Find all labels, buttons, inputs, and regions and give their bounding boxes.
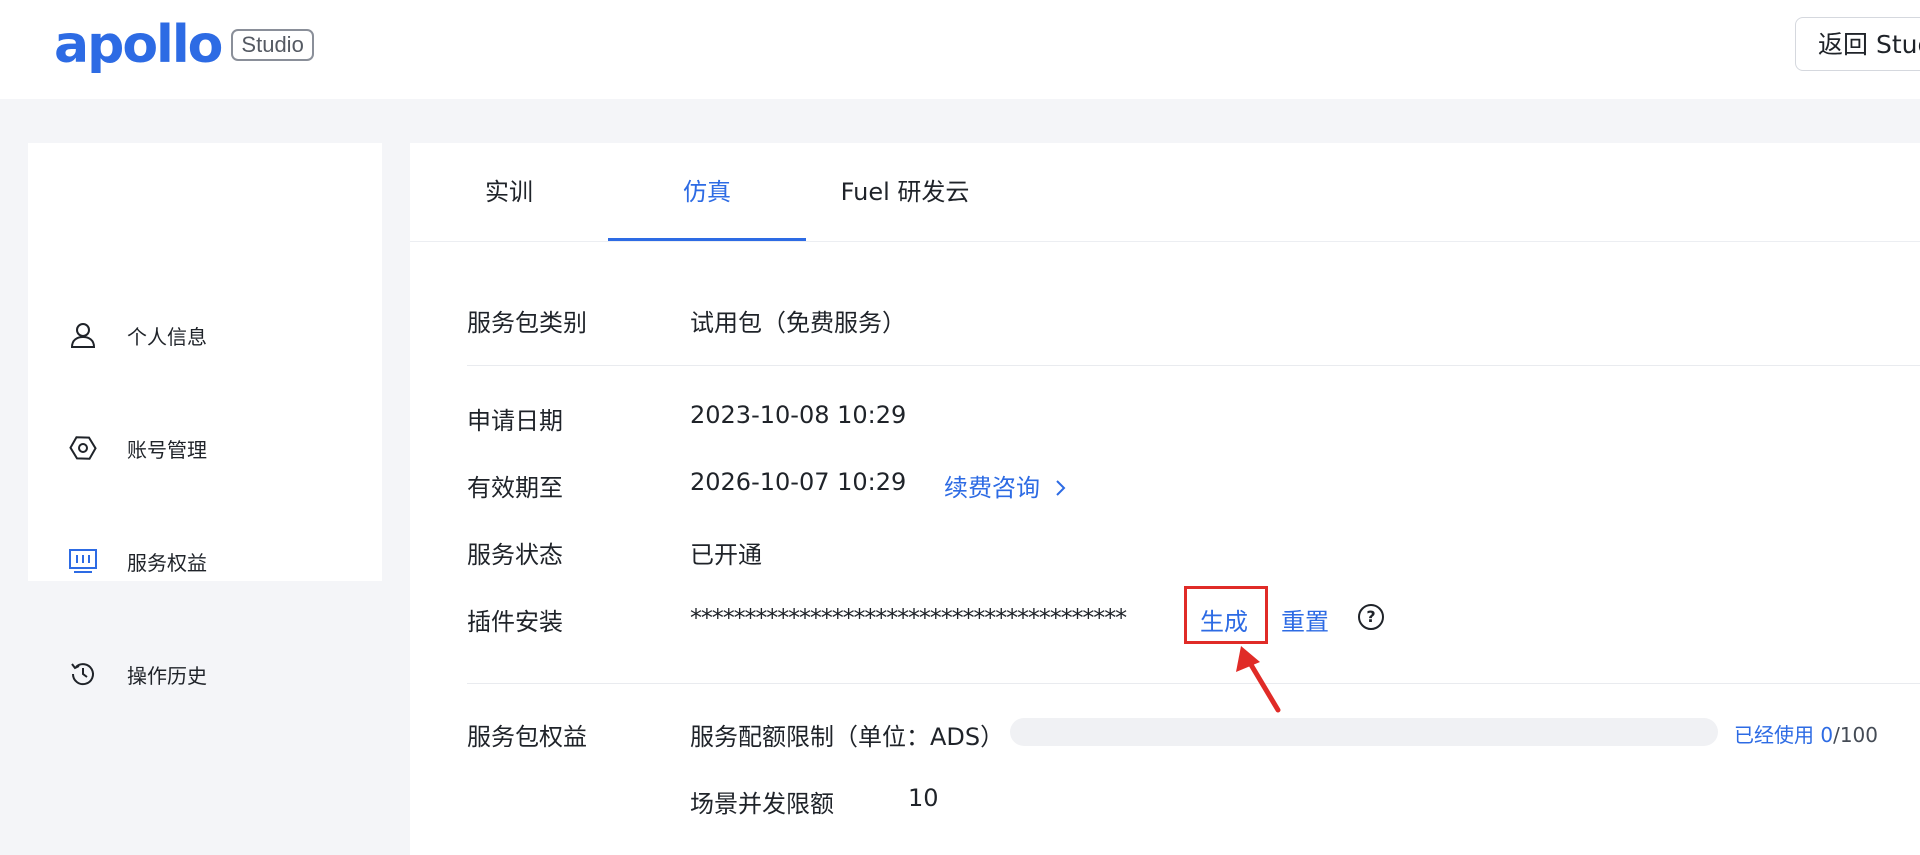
quota-usage: 已经使用 0/100	[1734, 719, 1878, 748]
active-tab-indicator	[608, 238, 806, 241]
apply-date-label: 申请日期	[467, 407, 563, 435]
back-to-studio-button[interactable]: 返回 Studio	[1795, 17, 1920, 71]
quota-used-value: 0	[1820, 723, 1834, 747]
main-panel: 实训 仿真 Fuel 研发云 服务包类别 试用包（免费服务） 申请日期 2023…	[410, 143, 1920, 855]
divider	[467, 365, 1920, 366]
annotation-highlight-box	[1184, 586, 1268, 644]
valid-until-label: 有效期至	[467, 474, 563, 502]
hexagon-settings-icon	[69, 436, 97, 460]
quota-total-value: /100	[1833, 723, 1879, 747]
sidebar-item-history[interactable]: 操作历史	[28, 644, 382, 704]
sidebar-item-label: 个人信息	[127, 324, 207, 349]
history-icon	[71, 663, 94, 686]
sidebar-item-account[interactable]: 账号管理	[28, 418, 382, 478]
package-type-value: 试用包（免费服务）	[690, 309, 906, 337]
concurrency-label: 场景并发限额	[690, 790, 834, 818]
service-status-value: 已开通	[690, 541, 762, 569]
quota-label: 服务配额限制（单位：ADS）	[690, 723, 1005, 751]
apollo-logo[interactable]: apollo Studio	[54, 18, 314, 72]
sidebar-item-label: 操作历史	[127, 663, 207, 688]
user-icon	[70, 323, 96, 348]
sidebar: 个人信息 账号管理 服务权益 操作历史	[28, 143, 382, 688]
valid-until-value: 2026-10-07 10:29	[690, 468, 907, 496]
concurrency-value: 10	[908, 784, 939, 812]
tab-simulation[interactable]: 仿真	[608, 143, 806, 241]
logo-studio-badge: Studio	[231, 29, 314, 61]
package-type-label: 服务包类别	[467, 309, 587, 337]
service-status-label: 服务状态	[467, 541, 563, 569]
sidebar-item-label: 账号管理	[127, 437, 207, 462]
logo-wordmark: apollo	[54, 15, 223, 75]
apply-date-value: 2023-10-08 10:29	[690, 401, 907, 429]
renew-consult-link[interactable]: 续费咨询	[944, 468, 1068, 503]
benefits-label: 服务包权益	[467, 723, 587, 751]
divider	[467, 683, 1920, 684]
sidebar-item-profile[interactable]: 个人信息	[28, 305, 382, 365]
tab-fuel-cloud[interactable]: Fuel 研发云	[806, 143, 1004, 241]
top-bar: apollo Studio 返回 Studio	[0, 0, 1920, 99]
annotation-arrow	[1236, 646, 1281, 713]
plugin-key-masked: ****************************************	[690, 604, 1127, 632]
sidebar-item-label: 服务权益	[127, 550, 207, 575]
quota-progress-bar	[1010, 718, 1718, 746]
renew-consult-label: 续费咨询	[944, 474, 1040, 502]
monitor-chart-icon	[69, 549, 97, 573]
reset-button[interactable]: 重置	[1281, 602, 1329, 637]
plugin-install-label: 插件安装	[467, 608, 563, 636]
tab-training[interactable]: 实训	[410, 143, 608, 241]
quota-used-prefix: 已经使用	[1734, 723, 1821, 747]
chevron-right-icon	[1055, 480, 1066, 496]
sidebar-item-benefits[interactable]: 服务权益	[28, 531, 382, 591]
tab-bar: 实训 仿真 Fuel 研发云	[410, 143, 1920, 242]
help-icon[interactable]: ?	[1358, 604, 1384, 630]
